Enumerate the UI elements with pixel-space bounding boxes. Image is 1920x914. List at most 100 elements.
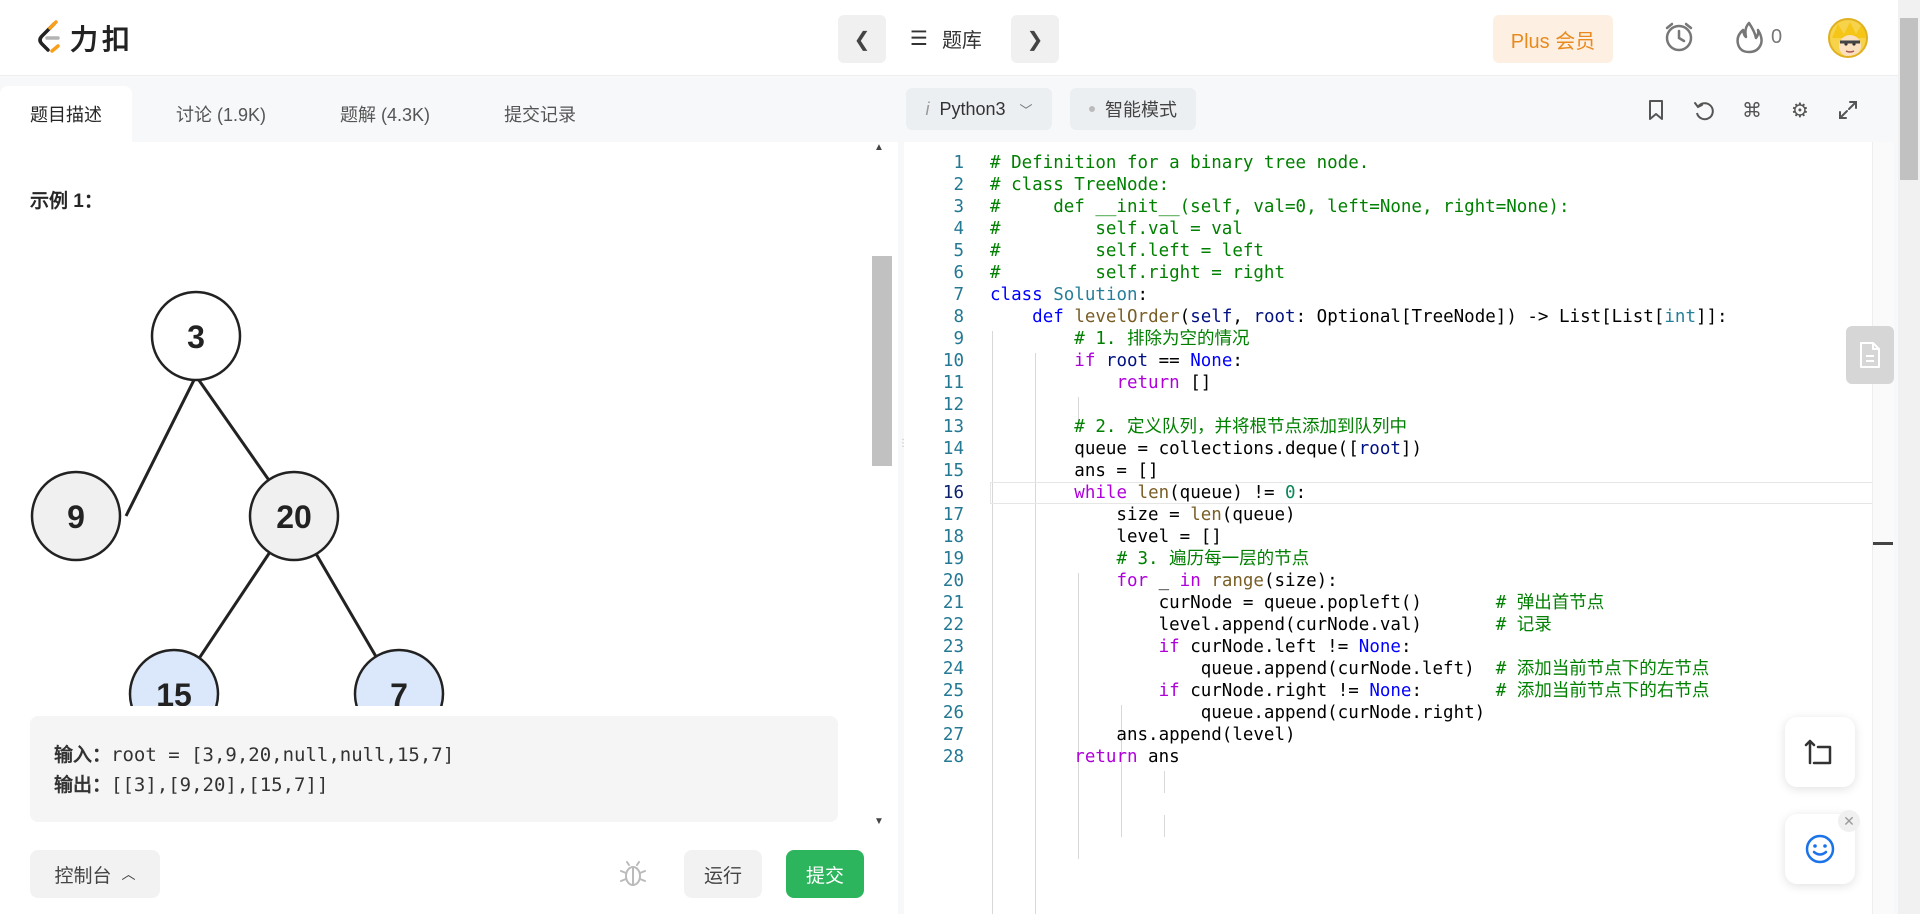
code-line[interactable]: 4 # self.val = val	[904, 218, 1894, 240]
code-line[interactable]: 8 def levelOrder(self, root: Optional[Tr…	[904, 306, 1894, 328]
code-line[interactable]: 21 curNode = queue.popleft() # 弹出首节点	[904, 592, 1894, 614]
code-text: ans.append(level)	[990, 725, 1296, 745]
bookmark-icon[interactable]	[1644, 98, 1668, 122]
cursor-position-marker	[1873, 542, 1893, 545]
description-scrollbar[interactable]: ▲ ▼	[870, 142, 890, 832]
line-number: 20	[942, 571, 964, 591]
code-text: if root == None:	[1074, 351, 1243, 371]
code-line[interactable]: 25 if curNode.right != None: # 添加当前节点下的右…	[904, 680, 1894, 702]
code-text: queue.append(curNode.right)	[990, 703, 1486, 723]
line-number: 27	[942, 725, 964, 745]
code-line[interactable]: 24 queue.append(curNode.left) # 添加当前节点下的…	[904, 658, 1894, 680]
code-line[interactable]: 7 class Solution:	[904, 284, 1894, 306]
streak-counter[interactable]: 0	[1735, 20, 1782, 54]
top-navbar: 力扣 ❮ ☰ 题库 ❯ Plus 会员 0	[0, 0, 1920, 76]
code-text: return []	[1116, 373, 1212, 393]
indent-guide	[1164, 815, 1165, 837]
submit-button[interactable]: 提交	[786, 850, 864, 898]
code-line[interactable]: 20 for _ in range(size):	[904, 570, 1894, 592]
code-line[interactable]: 28 return ans	[904, 746, 1894, 768]
code-line[interactable]: 17 size = len(queue)	[904, 504, 1894, 526]
reset-code-icon[interactable]	[1692, 98, 1716, 122]
code-line[interactable]: 16 while len(queue) != 0:	[904, 482, 1894, 504]
code-line[interactable]: 23 if curNode.left != None:	[904, 636, 1894, 658]
plus-membership-button[interactable]: Plus 会员	[1493, 15, 1613, 63]
switch-layout-button[interactable]	[1785, 717, 1855, 787]
shortcuts-icon[interactable]: ⌘	[1740, 98, 1764, 122]
chevron-right-icon: ❯	[1026, 28, 1044, 51]
line-number: 1	[953, 153, 964, 173]
scroll-down-icon[interactable]: ▼	[874, 816, 884, 827]
line-number: 16	[942, 483, 964, 503]
user-avatar[interactable]	[1828, 18, 1868, 58]
code-line[interactable]: 1 # Definition for a binary tree node.	[904, 152, 1894, 174]
line-number: 8	[953, 307, 964, 327]
code-line[interactable]: 2 # class TreeNode:	[904, 174, 1894, 196]
smart-mode-toggle[interactable]: 智能模式	[1070, 88, 1196, 130]
logo[interactable]: 力扣	[34, 18, 134, 58]
fullscreen-icon[interactable]	[1836, 98, 1860, 122]
code-text: while len(queue) != 0:	[1074, 483, 1307, 503]
problem-bank-link[interactable]: ☰ 题库	[910, 24, 982, 53]
tree-node-value: 7	[390, 677, 408, 706]
fire-icon	[1736, 21, 1763, 54]
description-scroll-thumb[interactable]	[872, 256, 892, 466]
streak-count: 0	[1771, 25, 1783, 48]
code-line[interactable]: 12	[904, 394, 1894, 416]
line-number: 12	[942, 395, 964, 415]
scroll-up-icon[interactable]: ▲	[874, 142, 884, 153]
code-line[interactable]: 9 # 1. 排除为空的情况	[904, 328, 1894, 350]
code-text: def levelOrder(self, root: Optional[Tree…	[1032, 307, 1728, 327]
code-line[interactable]: 15 ans = []	[904, 460, 1894, 482]
language-select[interactable]: i Python3 ﹀	[906, 88, 1052, 130]
line-number: 10	[942, 351, 964, 371]
settings-gear-icon[interactable]: ⚙	[1788, 98, 1812, 122]
notes-file-button[interactable]	[1846, 326, 1894, 384]
code-line[interactable]: 18 level = []	[904, 526, 1894, 548]
code-text: if curNode.left != None:	[1158, 637, 1412, 657]
code-editor[interactable]: 1 # Definition for a binary tree node. 2 # …	[904, 142, 1894, 914]
line-number: 28	[942, 747, 964, 767]
close-chat-icon[interactable]: ✕	[1838, 810, 1860, 832]
code-line[interactable]: 5 # self.left = left	[904, 240, 1894, 262]
code-line[interactable]: 22 level.append(curNode.val) # 记录	[904, 614, 1894, 636]
tab-discussion[interactable]: 讨论 (1.9K)	[146, 86, 296, 142]
tree-node-value: 3	[187, 319, 205, 355]
file-icon	[1860, 342, 1880, 368]
tab-submissions[interactable]: 提交记录	[474, 86, 606, 142]
code-line[interactable]: 10 if root == None:	[904, 350, 1894, 372]
line-number: 24	[942, 659, 964, 679]
code-line[interactable]: 27 ans.append(level)	[904, 724, 1894, 746]
code-line[interactable]: 19 # 3. 遍历每一层的节点	[904, 548, 1894, 570]
code-text: level.append(curNode.val) # 记录	[990, 615, 1552, 635]
problem-bank-label: 题库	[941, 30, 982, 52]
page-scroll-thumb[interactable]	[1900, 18, 1918, 180]
tab-solutions[interactable]: 题解 (4.3K)	[310, 86, 460, 142]
problem-description: 示例 1： 3 9 20 15 7 输入：root = [3,9,20,null…	[0, 142, 898, 832]
code-line[interactable]: 14 queue = collections.deque([root])	[904, 438, 1894, 460]
code-text: curNode = queue.popleft() # 弹出首节点	[990, 593, 1605, 613]
code-line[interactable]: 3 # def __init__(self, val=0, left=None, …	[904, 196, 1894, 218]
menu-icon: ☰	[910, 28, 928, 50]
code-line[interactable]: 26 queue.append(curNode.right)	[904, 702, 1894, 724]
line-number: 3	[953, 197, 964, 217]
code-line[interactable]: 6 # self.right = right	[904, 262, 1894, 284]
console-toggle-button[interactable]: 控制台 ︿	[30, 850, 160, 898]
debug-bug-icon[interactable]	[620, 860, 646, 893]
code-line[interactable]: 13 # 2. 定义队列，并将根节点添加到队列中	[904, 416, 1894, 438]
action-bar: 控制台 ︿ 运行 提交	[0, 836, 898, 914]
code-text: size = len(queue)	[990, 505, 1296, 525]
tab-description[interactable]: 题目描述	[0, 86, 132, 142]
console-label: 控制台	[54, 865, 112, 887]
next-problem-button[interactable]: ❯	[1011, 15, 1059, 63]
code-text: # 3. 遍历每一层的节点	[1116, 549, 1310, 569]
editor-scrollbar[interactable]	[1872, 142, 1894, 914]
problem-panel: 题目描述 讨论 (1.9K) 题解 (4.3K) 提交记录 示例 1： 3 9 …	[0, 86, 898, 914]
code-line[interactable]: 11 return []	[904, 372, 1894, 394]
example-input: 输入：root = [3,9,20,null,null,15,7]	[54, 740, 814, 770]
line-number: 6	[953, 263, 964, 283]
alarm-icon[interactable]	[1662, 20, 1696, 59]
prev-problem-button[interactable]: ❮	[838, 15, 886, 63]
mode-label: 智能模式	[1105, 100, 1177, 120]
run-button[interactable]: 运行	[684, 850, 762, 898]
